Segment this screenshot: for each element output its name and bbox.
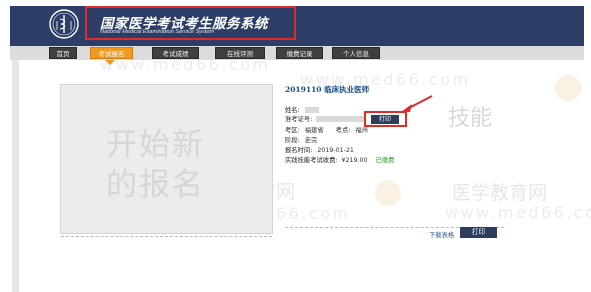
divider [61,236,272,237]
signup-time-row: 报名时间: 2019-01-21 [285,147,354,154]
watermark-skill: 技能 [448,106,493,131]
exam-area-row: 考区: 福建省 考点: 福州 [285,127,368,134]
nav-exam-registration[interactable]: 考试报名 [90,47,133,59]
print-admission-button[interactable]: 打印 [371,115,399,124]
watermark-seal [555,75,581,101]
active-tab-pointer [105,60,115,65]
nav-payment-records[interactable]: 缴费记录 [276,47,323,59]
main-nav: 首页 考试报名 考试成绩 在线评测 缴费记录 个人信息 [10,46,584,60]
system-title-highlight: 国家医学考试考生服务系统 National Medical Examinatio… [85,6,296,40]
nav-personal-info[interactable]: 个人信息 [332,47,380,59]
emblem-logo-icon [49,9,79,39]
watermark-url: www.med66.com [445,203,591,222]
new-registration-card[interactable]: 开始新 的报名 [60,84,273,237]
exam-number-row: 准考证号: [285,114,365,123]
download-form-link[interactable]: 下载表格 [429,230,454,239]
registration-title: 2019110 临床执业医师 [285,85,370,94]
nav-online-assessment[interactable]: 在线评测 [215,47,265,59]
stage-row: 阶段: 走完 [285,137,318,144]
watermark-edu: 医学教育网 [452,182,548,204]
print-button[interactable]: 打印 [460,227,497,238]
watermark-seal [375,180,401,206]
site-header: 国家医学考试考生服务系统 National Medical Examinatio… [10,6,584,46]
system-subtitle: National Medical Examination Service Sys… [100,29,215,35]
new-registration-text: 开始新 的报名 [106,127,205,203]
exam-number-redacted [316,116,365,122]
name-redacted [304,107,319,113]
paid-status: 已缴费 [375,157,395,164]
nav-exam-scores[interactable]: 考试成绩 [152,47,199,59]
annotation-arrow-icon [401,95,433,112]
left-sidebar-strip [12,60,19,292]
name-row: 姓名: [285,105,319,114]
nav-home[interactable]: 首页 [49,47,77,59]
fee-row: 实践技能考试收费: ¥219.00 已缴费 [285,157,395,164]
